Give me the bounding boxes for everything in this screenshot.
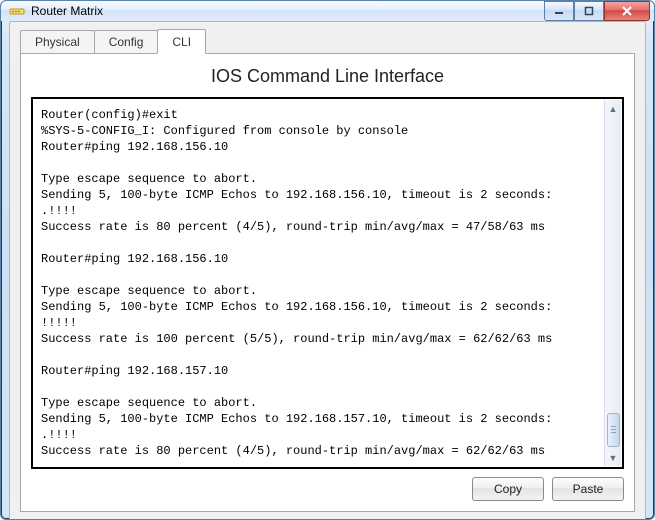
tab-physical[interactable]: Physical [20,30,95,53]
tab-config[interactable]: Config [94,30,159,53]
minimize-button[interactable] [544,1,574,21]
window-controls [544,1,650,21]
tab-cli[interactable]: CLI [157,29,206,54]
tab-bar: Physical Config CLI [20,28,635,54]
tab-pane-cli: IOS Command Line Interface Router(config… [20,54,635,512]
terminal-container: Router(config)#exit %SYS-5-CONFIG_I: Con… [31,97,624,469]
scrollbar[interactable]: ▲ ▼ [604,100,621,466]
copy-button[interactable]: Copy [472,477,544,501]
close-button[interactable] [604,1,650,21]
scroll-track[interactable] [605,117,622,449]
cli-output[interactable]: Router(config)#exit %SYS-5-CONFIG_I: Con… [31,97,624,469]
maximize-button[interactable] [574,1,604,21]
paste-button[interactable]: Paste [552,477,624,501]
app-window: Router Matrix Physical Config CLI IOS Co… [0,0,655,520]
scroll-up-arrow-icon[interactable]: ▲ [605,100,622,117]
client-area: Physical Config CLI IOS Command Line Int… [9,21,646,520]
button-row: Copy Paste [31,477,624,501]
app-icon [9,3,25,19]
cli-heading: IOS Command Line Interface [31,66,624,87]
titlebar[interactable]: Router Matrix [1,1,654,21]
scroll-thumb[interactable] [607,413,620,447]
scroll-down-arrow-icon[interactable]: ▼ [605,449,622,466]
window-title: Router Matrix [31,4,544,18]
